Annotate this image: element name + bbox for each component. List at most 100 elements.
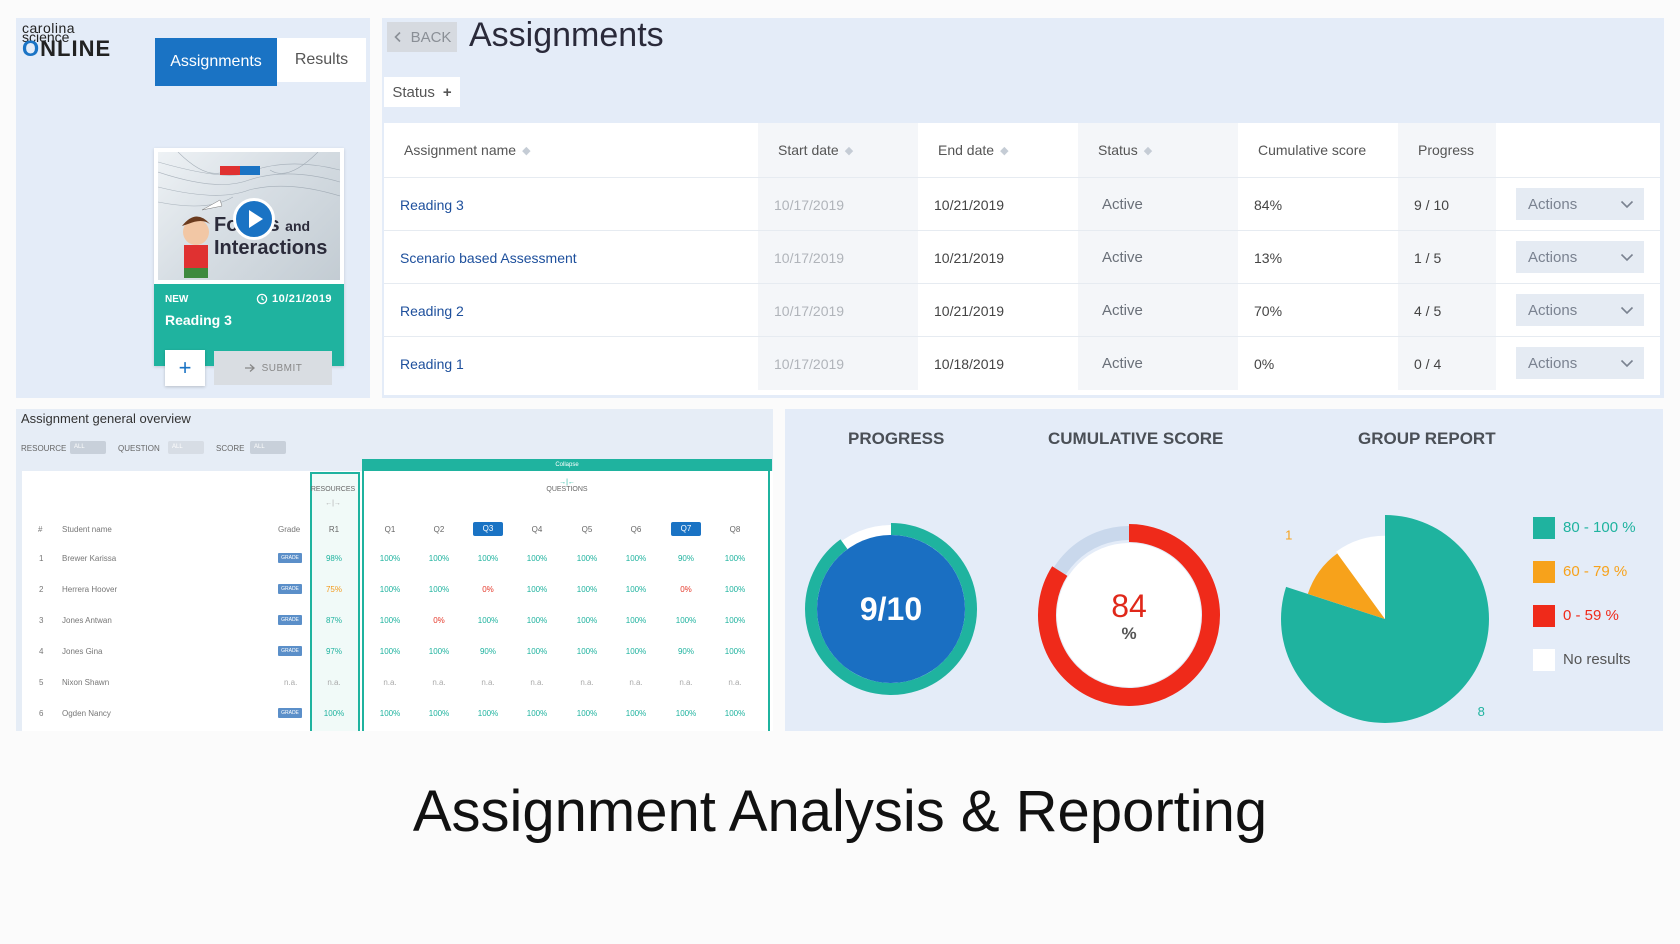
score-value: 70% [1254, 302, 1283, 319]
question-score: 100% [675, 709, 697, 718]
start-date: 10/17/2019 [758, 178, 918, 231]
resource-score: n.a. [327, 678, 341, 687]
col-header-start-date[interactable]: Start date ◆ [758, 123, 918, 177]
grade-button[interactable]: GRADE [278, 708, 302, 718]
chevron-down-icon [1620, 359, 1634, 367]
filter-select-question[interactable]: ALL [168, 441, 204, 454]
resource-score: 98% [325, 554, 342, 563]
question-score: 100% [379, 585, 401, 594]
question-score: 100% [526, 554, 548, 563]
actions-dropdown[interactable]: Actions [1516, 294, 1644, 326]
col-header-q4[interactable]: Q4 [517, 525, 557, 534]
question-score: n.a. [728, 678, 742, 687]
question-score: 90% [677, 554, 694, 563]
tab-assignments[interactable]: Assignments [155, 38, 277, 86]
question-score: 100% [379, 647, 401, 656]
question-score: n.a. [530, 678, 544, 687]
question-score: 100% [379, 554, 401, 563]
resource-score: 100% [323, 709, 345, 718]
question-score: 100% [526, 616, 548, 625]
grade-button[interactable]: GRADE [278, 584, 302, 594]
question-score: 100% [625, 616, 647, 625]
grade-button[interactable]: GRADE [278, 553, 302, 563]
student-number: 2 [39, 585, 44, 594]
status-value: Active [1078, 337, 1238, 390]
col-header-end-date[interactable]: End date ◆ [918, 123, 1078, 177]
question-score: 100% [428, 647, 450, 656]
filter-label-score: SCORE [216, 444, 245, 453]
arrow-right-icon [244, 364, 255, 372]
carolina-science-online-logo[interactable]: carolina science ONLINE [22, 21, 134, 64]
assignment-name-link[interactable]: Scenario based Assessment [384, 231, 758, 284]
col-header-q2[interactable]: Q2 [419, 525, 459, 534]
question-score: 100% [625, 585, 647, 594]
submit-button[interactable]: SUBMIT [214, 351, 332, 385]
col-header-q5[interactable]: Q5 [567, 525, 607, 534]
start-date: 10/17/2019 [758, 284, 918, 337]
add-button[interactable]: + [165, 350, 205, 386]
play-icon[interactable] [233, 198, 275, 240]
questions-label: →|← QUESTIONS [362, 479, 772, 493]
resources-column [310, 472, 360, 731]
overview-title: Assignment general overview [21, 411, 191, 426]
progress-value: 1 / 5 [1398, 231, 1496, 284]
col-header-assignment-name[interactable]: Assignment name ◆ [384, 123, 758, 177]
question-score: 100% [477, 554, 499, 563]
end-date: 10/21/2019 [934, 302, 1005, 319]
filter-select-score[interactable]: ALL [250, 441, 286, 454]
col-header-student-name: Student name [62, 525, 112, 534]
question-score: 0% [680, 585, 692, 594]
filter-select-resource[interactable]: ALL [70, 441, 106, 454]
progress-value: 9/10 [860, 591, 922, 627]
question-score: 100% [576, 709, 598, 718]
grade-button[interactable]: GRADE [278, 615, 302, 625]
col-header-q3[interactable]: Q3 [473, 522, 503, 536]
filter-label-question: QUESTION [118, 444, 160, 453]
sort-icon: ◆ [844, 144, 854, 157]
col-header-q7[interactable]: Q7 [671, 522, 701, 536]
legend-label: 0 - 59 % [1563, 607, 1619, 624]
progress-chart-title: PROGRESS [848, 429, 945, 448]
question-score: 100% [576, 554, 598, 563]
col-header-q1[interactable]: Q1 [370, 525, 410, 534]
actions-dropdown[interactable]: Actions [1516, 188, 1644, 220]
collapse-button[interactable]: Collapse [362, 459, 772, 471]
col-header-cumulative-score: Cumulative score [1258, 142, 1367, 158]
score-unit: % [1121, 624, 1136, 643]
actions-dropdown[interactable]: Actions [1516, 347, 1644, 379]
col-header-status[interactable]: Status ◆ [1078, 123, 1238, 177]
question-score: 100% [625, 709, 647, 718]
progress-value: 9 / 10 [1398, 178, 1496, 231]
back-button[interactable]: BACK [387, 22, 457, 52]
page-title: Assignments [469, 16, 664, 54]
grade-button[interactable]: GRADE [278, 646, 302, 656]
question-score: n.a. [481, 678, 495, 687]
resource-score: 87% [325, 616, 342, 625]
start-date: 10/17/2019 [758, 231, 918, 284]
tab-results[interactable]: Results [277, 38, 366, 82]
actions-dropdown[interactable]: Actions [1516, 241, 1644, 273]
due-date: 10/21/2019 [272, 293, 333, 305]
assignments-table: Assignment name ◆ Start date ◆ End date ◆ S… [384, 123, 1660, 395]
assignment-card[interactable]: Forces andInteractions NEW 10/21/2019 Re… [154, 148, 344, 366]
col-header-q6[interactable]: Q6 [616, 525, 656, 534]
col-header-q8[interactable]: Q8 [715, 525, 755, 534]
question-score: n.a. [629, 678, 643, 687]
question-score: 100% [477, 616, 499, 625]
question-score: n.a. [432, 678, 446, 687]
question-score: 100% [576, 647, 598, 656]
legend-swatch [1533, 561, 1555, 583]
legend-label: 80 - 100 % [1563, 519, 1636, 536]
legend-swatch [1533, 605, 1555, 627]
status-filter-button[interactable]: Status + [384, 77, 460, 107]
score-value: 0% [1254, 355, 1275, 372]
assignment-name-link[interactable]: Reading 1 [384, 337, 758, 390]
question-score: 100% [625, 647, 647, 656]
assignment-name-link[interactable]: Reading 3 [384, 178, 758, 231]
chevron-down-icon [1620, 253, 1634, 261]
student-name: Herrera Hoover [62, 585, 118, 594]
pie-slice-label: 8 [1478, 704, 1485, 719]
question-score: 90% [677, 647, 694, 656]
student-number: 1 [39, 554, 44, 563]
assignment-name-link[interactable]: Reading 2 [384, 284, 758, 337]
